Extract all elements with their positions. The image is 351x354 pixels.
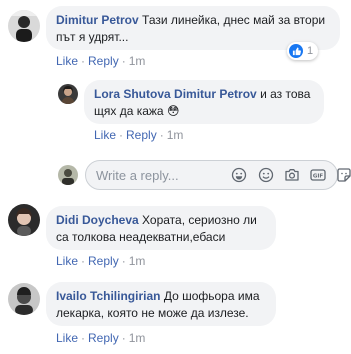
reply-composer[interactable]: GIF bbox=[85, 160, 351, 190]
avatar[interactable] bbox=[8, 204, 40, 236]
reply-bubble: Lora Shutova Dimitur Petrov и аз това щя… bbox=[84, 80, 324, 124]
like-link[interactable]: Like bbox=[56, 331, 78, 345]
comment-author[interactable]: Dimitur Petrov bbox=[56, 13, 139, 27]
timestamp[interactable]: 1m bbox=[129, 331, 146, 345]
timestamp[interactable]: 1m bbox=[167, 128, 184, 142]
like-link[interactable]: Like bbox=[56, 54, 78, 68]
smiley-icon[interactable] bbox=[258, 167, 274, 183]
gif-icon[interactable]: GIF bbox=[310, 167, 326, 183]
avatar[interactable] bbox=[8, 283, 40, 315]
reply-actions: Like · Reply · 1m bbox=[94, 128, 184, 142]
emoji-icon[interactable] bbox=[231, 167, 247, 183]
reply-author[interactable]: Lora Shutova bbox=[94, 87, 171, 101]
comment-bubble: Ivailo Tchilingirian До шофьора има лека… bbox=[46, 282, 276, 326]
comment-actions: Like · Reply · 1m bbox=[56, 331, 146, 345]
timestamp[interactable]: 1m bbox=[129, 54, 146, 68]
reply-link[interactable]: Reply bbox=[126, 128, 157, 142]
like-icon bbox=[289, 44, 303, 58]
like-link[interactable]: Like bbox=[56, 254, 78, 268]
mention-tag[interactable]: Dimitur Petrov bbox=[174, 87, 257, 101]
reaction-count-number: 1 bbox=[307, 45, 314, 57]
avatar[interactable] bbox=[8, 10, 40, 42]
svg-text:GIF: GIF bbox=[313, 174, 324, 180]
sticker-icon[interactable] bbox=[336, 167, 351, 183]
comment-actions: Like · Reply · 1m bbox=[56, 254, 146, 268]
timestamp[interactable]: 1m bbox=[129, 254, 146, 268]
like-link[interactable]: Like bbox=[94, 128, 116, 142]
avatar[interactable] bbox=[58, 84, 78, 104]
comment-bubble: Didi Doycheva Хората, сериозно ли са тол… bbox=[46, 206, 276, 250]
reply-link[interactable]: Reply bbox=[88, 331, 119, 345]
comment-author[interactable]: Ivailo Tchilingirian bbox=[56, 289, 160, 303]
reaction-count[interactable]: 1 bbox=[287, 42, 319, 60]
comment-actions: Like · Reply · 1m bbox=[56, 54, 146, 68]
camera-icon[interactable] bbox=[284, 167, 300, 183]
reply-link[interactable]: Reply bbox=[88, 54, 119, 68]
reply-input[interactable] bbox=[96, 161, 216, 189]
reply-link[interactable]: Reply bbox=[88, 254, 119, 268]
comment-author[interactable]: Didi Doycheva bbox=[56, 213, 139, 227]
current-user-avatar bbox=[58, 165, 78, 185]
